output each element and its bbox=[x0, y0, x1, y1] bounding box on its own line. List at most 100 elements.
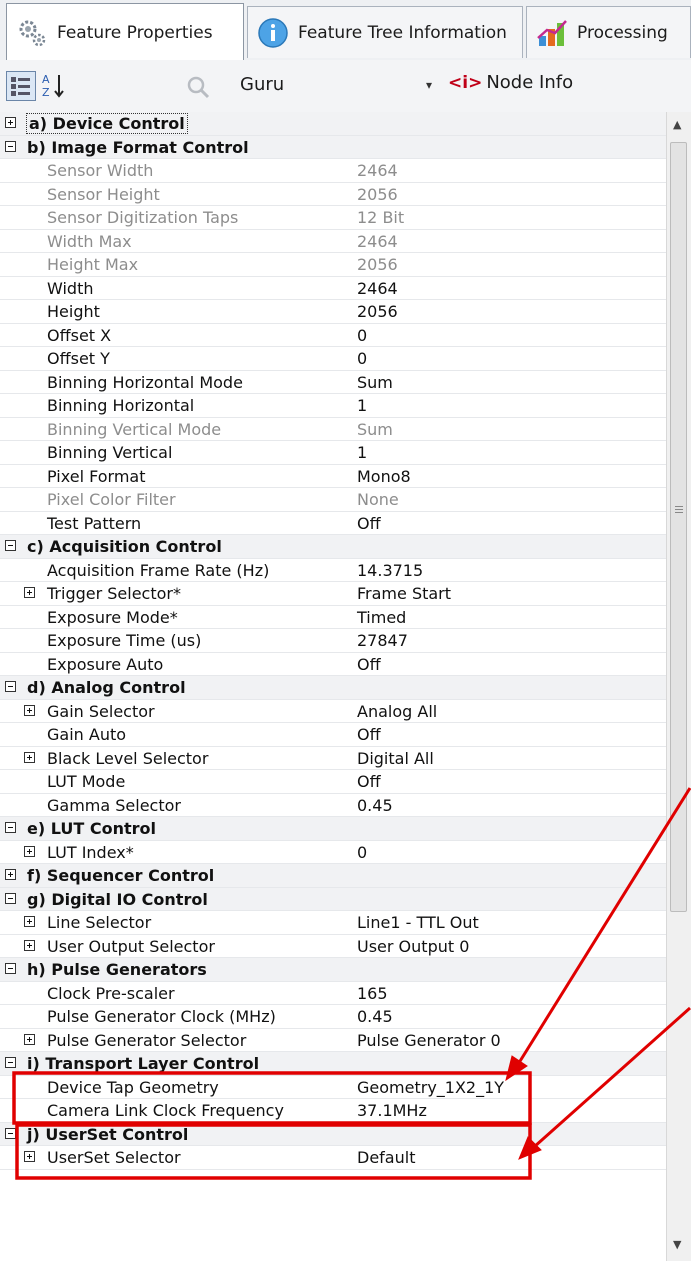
category-row[interactable]: d) Analog Control bbox=[0, 676, 666, 700]
category-row[interactable]: b) Image Format Control bbox=[0, 135, 666, 159]
collapse-icon[interactable] bbox=[5, 822, 16, 833]
property-value[interactable]: Sum bbox=[357, 373, 393, 392]
property-value[interactable]: Off bbox=[357, 772, 381, 791]
property-value[interactable]: Digital All bbox=[357, 749, 434, 768]
property-value[interactable]: User Output 0 bbox=[357, 937, 469, 956]
property-value[interactable]: 0.45 bbox=[357, 796, 393, 815]
collapse-icon[interactable] bbox=[5, 540, 16, 551]
node-info-button[interactable]: <i> Node Info bbox=[448, 72, 573, 93]
property-row[interactable]: Height Max 2056 bbox=[0, 253, 666, 277]
property-row[interactable]: Pixel Color Filter None bbox=[0, 488, 666, 512]
alphabetical-sort-button[interactable]: A Z bbox=[40, 71, 70, 101]
tab-feature-properties[interactable]: Feature Properties bbox=[6, 3, 244, 61]
property-row[interactable]: Width Max 2464 bbox=[0, 230, 666, 253]
category-row[interactable]: c) Acquisition Control bbox=[0, 535, 666, 559]
property-value[interactable]: Off bbox=[357, 725, 381, 744]
scroll-up-icon[interactable]: ▲ bbox=[673, 118, 681, 131]
property-value[interactable]: 2464 bbox=[357, 279, 398, 298]
property-value[interactable]: 0.45 bbox=[357, 1007, 393, 1026]
property-row[interactable]: Binning Horizontal Mode Sum bbox=[0, 371, 666, 394]
property-value[interactable]: 0 bbox=[357, 349, 367, 368]
categorized-view-button[interactable] bbox=[6, 71, 36, 101]
expand-icon[interactable] bbox=[24, 939, 35, 951]
property-row[interactable]: Pixel Format Mono8 bbox=[0, 465, 666, 488]
expand-icon[interactable] bbox=[24, 751, 35, 763]
property-value[interactable]: 1 bbox=[357, 396, 367, 415]
property-row[interactable]: Camera Link Clock Frequency 37.1MHz bbox=[0, 1099, 666, 1123]
property-row[interactable]: Binning Horizontal 1 bbox=[0, 394, 666, 418]
category-row[interactable]: i) Transport Layer Control bbox=[0, 1052, 666, 1076]
property-row[interactable]: LUT Mode Off bbox=[0, 770, 666, 794]
property-row[interactable]: Exposure Mode* Timed bbox=[0, 606, 666, 629]
property-value[interactable]: Off bbox=[357, 514, 381, 533]
property-value[interactable]: Pulse Generator 0 bbox=[357, 1031, 501, 1050]
property-value[interactable]: Line1 - TTL Out bbox=[357, 913, 479, 932]
property-row[interactable]: Test Pattern Off bbox=[0, 512, 666, 535]
property-row[interactable]: Pulse Generator Clock (MHz) 0.45 bbox=[0, 1005, 666, 1029]
property-value[interactable]: Timed bbox=[357, 608, 406, 627]
property-value[interactable]: 1 bbox=[357, 443, 367, 462]
property-row[interactable]: Gain Auto Off bbox=[0, 723, 666, 747]
property-value[interactable]: 0 bbox=[357, 843, 367, 862]
property-value[interactable]: Default bbox=[357, 1148, 415, 1167]
property-value[interactable]: Frame Start bbox=[357, 584, 451, 603]
collapse-icon[interactable] bbox=[5, 140, 16, 152]
scroll-thumb[interactable] bbox=[670, 142, 687, 912]
property-row[interactable]: Binning Vertical Mode Sum bbox=[0, 418, 666, 441]
expand-icon[interactable] bbox=[24, 704, 35, 716]
property-value[interactable]: Mono8 bbox=[357, 467, 411, 486]
property-row[interactable]: Exposure Time (us) 27847 bbox=[0, 629, 666, 653]
dropdown-arrow-icon[interactable]: ▾ bbox=[426, 78, 432, 92]
collapse-icon[interactable] bbox=[5, 1127, 16, 1139]
property-value[interactable]: 37.1MHz bbox=[357, 1101, 427, 1120]
property-row[interactable]: Gain Selector Analog All bbox=[0, 700, 666, 723]
property-row[interactable]: Device Tap Geometry Geometry_1X2_1Y bbox=[0, 1076, 666, 1099]
property-row[interactable]: Offset X 0 bbox=[0, 324, 666, 347]
category-row[interactable]: f) Sequencer Control bbox=[0, 864, 666, 888]
property-row[interactable]: User Output Selector User Output 0 bbox=[0, 935, 666, 958]
expand-icon[interactable] bbox=[24, 587, 35, 598]
expand-icon[interactable] bbox=[24, 845, 35, 857]
category-row[interactable]: a) Device Control bbox=[0, 112, 666, 136]
property-row[interactable]: Exposure Auto Off bbox=[0, 653, 666, 676]
property-row[interactable]: Sensor Digitization Taps 12 Bit bbox=[0, 206, 666, 230]
tab-feature-tree-information[interactable]: Feature Tree Information bbox=[247, 6, 523, 58]
property-value[interactable]: 14.3715 bbox=[357, 561, 423, 580]
property-row[interactable]: Gamma Selector 0.45 bbox=[0, 794, 666, 817]
property-row[interactable]: Line Selector Line1 - TTL Out bbox=[0, 911, 666, 935]
property-row[interactable]: Offset Y 0 bbox=[0, 347, 666, 371]
property-value[interactable]: 27847 bbox=[357, 631, 408, 650]
property-row[interactable]: Pulse Generator Selector Pulse Generator … bbox=[0, 1029, 666, 1052]
property-row[interactable]: UserSet Selector Default bbox=[0, 1146, 666, 1170]
tab-processing[interactable]: Processing bbox=[526, 6, 691, 58]
category-row[interactable]: h) Pulse Generators bbox=[0, 958, 666, 982]
property-value[interactable]: 165 bbox=[357, 984, 388, 1003]
collapse-icon[interactable] bbox=[5, 1057, 16, 1068]
visibility-select[interactable]: Guru bbox=[240, 74, 284, 95]
expand-icon[interactable] bbox=[24, 916, 35, 927]
property-value[interactable]: 2056 bbox=[357, 302, 398, 321]
property-row[interactable]: LUT Index* 0 bbox=[0, 841, 666, 864]
expand-icon[interactable] bbox=[5, 869, 16, 880]
collapse-icon[interactable] bbox=[5, 681, 16, 692]
collapse-icon[interactable] bbox=[5, 892, 16, 904]
property-row[interactable]: Height 2056 bbox=[0, 300, 666, 324]
property-row[interactable]: Acquisition Frame Rate (Hz) 14.3715 bbox=[0, 559, 666, 582]
expand-icon[interactable] bbox=[5, 117, 16, 128]
property-row[interactable]: Binning Vertical 1 bbox=[0, 441, 666, 465]
expand-icon[interactable] bbox=[24, 1151, 35, 1162]
category-row[interactable]: e) LUT Control bbox=[0, 817, 666, 841]
property-row[interactable]: Black Level Selector Digital All bbox=[0, 747, 666, 770]
property-row[interactable]: Trigger Selector* Frame Start bbox=[0, 582, 666, 606]
category-row[interactable]: j) UserSet Control bbox=[0, 1122, 666, 1146]
property-row[interactable]: Sensor Width 2464 bbox=[0, 159, 666, 183]
search-button[interactable] bbox=[185, 74, 215, 104]
vertical-scrollbar[interactable]: ▲ ▼ bbox=[666, 112, 691, 1261]
property-value[interactable]: Geometry_1X2_1Y bbox=[357, 1078, 504, 1097]
property-value[interactable]: Analog All bbox=[357, 702, 437, 721]
property-row[interactable]: Sensor Height 2056 bbox=[0, 183, 666, 206]
property-row[interactable]: Clock Pre-scaler 165 bbox=[0, 982, 666, 1005]
property-row[interactable]: Width 2464 bbox=[0, 277, 666, 300]
scroll-down-icon[interactable]: ▼ bbox=[673, 1238, 681, 1251]
collapse-icon[interactable] bbox=[5, 963, 16, 974]
